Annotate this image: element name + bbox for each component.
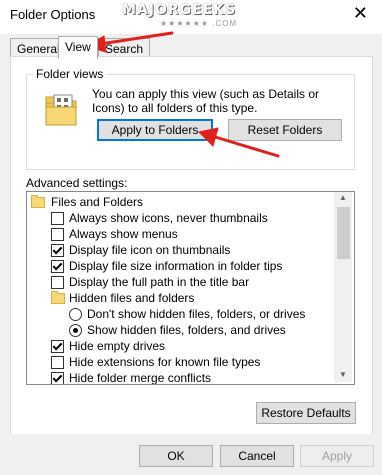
option-label: Hide empty drives: [69, 339, 166, 353]
tab-view[interactable]: View: [58, 36, 98, 59]
radio-selected-icon[interactable]: [69, 324, 82, 337]
option-label: Always show menus: [69, 227, 178, 241]
folder-views-icon: [45, 94, 77, 126]
option-label: Display the full path in the title bar: [69, 275, 250, 289]
scrollbar-thumb[interactable]: [337, 207, 350, 259]
apply-button[interactable]: Apply: [300, 445, 374, 467]
watermark: MAJORGEEKS: [122, 2, 237, 18]
option-label: Don't show hidden files, folders, or dri…: [87, 307, 306, 321]
window-title: Folder Options: [10, 7, 96, 22]
scroll-up-icon[interactable]: ▲: [334, 193, 352, 202]
cancel-button[interactable]: Cancel: [220, 445, 294, 467]
option-label: Display file size information in folder …: [69, 259, 283, 273]
checkbox-checked-icon[interactable]: [51, 340, 64, 353]
watermark-sub: ★★★★★★ .COM: [160, 19, 238, 28]
ok-button[interactable]: OK: [139, 445, 213, 467]
option-label: Hide extensions for known file types: [69, 355, 261, 369]
checkbox-checked-icon[interactable]: [51, 244, 64, 257]
apply-to-folders-button[interactable]: Apply to Folders: [97, 119, 213, 141]
folder-views-description: You can apply this view (such as Details…: [92, 87, 320, 115]
checkbox-checked-icon[interactable]: [51, 372, 64, 384]
reset-folders-button[interactable]: Reset Folders: [228, 119, 342, 141]
option-label: Display file icon on thumbnails: [69, 243, 231, 257]
tree-item-label: Hidden files and folders: [69, 291, 195, 305]
checkbox-icon[interactable]: [51, 212, 64, 225]
advanced-settings-label: Advanced settings:: [26, 176, 128, 190]
tree-item-label: Files and Folders: [51, 195, 144, 209]
folder-icon: [31, 195, 45, 208]
folder-icon: [51, 291, 65, 304]
checkbox-checked-icon[interactable]: [51, 260, 64, 273]
option-label: Hide folder merge conflicts: [69, 371, 212, 385]
checkbox-icon[interactable]: [51, 356, 64, 369]
option-label: Always show icons, never thumbnails: [69, 211, 268, 225]
close-button[interactable]: ✕: [353, 3, 368, 23]
restore-defaults-button[interactable]: Restore Defaults: [256, 402, 356, 424]
checkbox-icon[interactable]: [51, 276, 64, 289]
option-label: Show hidden files, folders, and drives: [87, 323, 286, 337]
checkbox-icon[interactable]: [51, 228, 64, 241]
folder-views-title: Folder views: [33, 67, 107, 81]
scroll-down-icon[interactable]: ▼: [334, 370, 352, 379]
advanced-settings-tree[interactable]: Files and Folders Always show icons, nev…: [26, 191, 355, 385]
radio-icon[interactable]: [69, 308, 82, 321]
